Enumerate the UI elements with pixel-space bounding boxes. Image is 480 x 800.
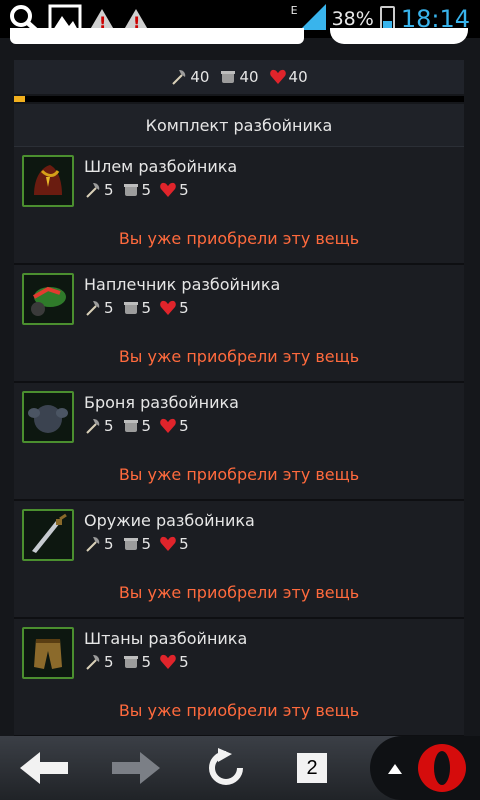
attack-value: 5 xyxy=(104,417,114,435)
armor-icon xyxy=(22,391,74,443)
heart-icon xyxy=(160,182,176,197)
axe-icon xyxy=(86,301,100,316)
panel-title: Комплект разбойника xyxy=(14,104,464,147)
shoulder-icon xyxy=(22,273,74,325)
health-value: 5 xyxy=(179,181,189,199)
defense-value: 5 xyxy=(141,535,152,553)
heart-icon xyxy=(269,69,286,84)
item-name: Штаны разбойника xyxy=(84,629,248,648)
reload-button[interactable] xyxy=(196,746,256,790)
item-name: Шлем разбойника xyxy=(84,157,238,176)
set-panel: Комплект разбойника Шлем разбойника 5 5 … xyxy=(14,104,464,737)
health-value: 5 xyxy=(179,299,189,317)
list-item[interactable]: Оружие разбойника 5 5 5 Вы уже приобрели… xyxy=(14,501,464,619)
progress-fill xyxy=(14,96,26,102)
tabs-count: 2 xyxy=(297,753,327,783)
item-name: Броня разбойника xyxy=(84,393,239,412)
battery-percent: 38% xyxy=(331,8,374,30)
heart-icon xyxy=(160,300,176,315)
purchase-status: Вы уже приобрели эту вещь xyxy=(118,347,360,366)
stats-summary: 40 40 40 xyxy=(14,60,464,94)
opera-logo-icon xyxy=(418,744,466,792)
back-arrow-icon xyxy=(20,752,68,784)
heart-icon xyxy=(160,536,176,551)
item-name: Оружие разбойника xyxy=(84,511,255,530)
defense-value: 5 xyxy=(141,181,152,199)
item-stats: 5 5 5 xyxy=(84,535,189,553)
item-stats: 5 5 5 xyxy=(84,181,189,199)
health-value: 5 xyxy=(179,653,189,671)
purchase-status: Вы уже приобрели эту вещь xyxy=(118,701,360,720)
attack-value: 5 xyxy=(104,653,114,671)
list-item[interactable]: Наплечник разбойника 5 5 5 Вы уже приобр… xyxy=(14,265,464,383)
purchase-status: Вы уже приобрели эту вещь xyxy=(118,229,360,248)
forward-arrow-icon xyxy=(112,752,160,784)
network-type-label: E xyxy=(290,4,298,17)
health-stat: 40 xyxy=(269,68,308,86)
item-stats: 5 5 5 xyxy=(84,299,189,317)
shield-icon xyxy=(123,420,138,432)
item-stats: 5 5 5 xyxy=(84,417,189,435)
axe-icon xyxy=(86,419,100,434)
item-stats: 5 5 5 xyxy=(84,653,189,671)
list-item[interactable]: Штаны разбойника 5 5 5 Вы уже приобрели … xyxy=(14,619,464,737)
attack-value: 5 xyxy=(104,535,114,553)
shield-icon xyxy=(123,184,138,196)
axe-icon xyxy=(86,537,100,552)
shield-icon xyxy=(123,302,138,314)
defense-value: 5 xyxy=(141,299,152,317)
defense-value: 5 xyxy=(141,653,152,671)
defense-stat: 40 xyxy=(219,68,259,86)
opera-menu-button[interactable] xyxy=(370,736,480,800)
sword-icon xyxy=(22,509,74,561)
page-top xyxy=(0,28,480,60)
purchase-status: Вы уже приобрели эту вещь xyxy=(118,583,360,602)
attack-stat: 40 xyxy=(170,68,209,86)
heart-icon xyxy=(160,654,176,669)
address-bar[interactable] xyxy=(10,28,304,44)
health-value: 5 xyxy=(179,417,189,435)
axe-icon xyxy=(172,70,186,85)
axe-icon xyxy=(86,183,100,198)
defense-value: 40 xyxy=(239,68,259,86)
shield-icon xyxy=(221,71,236,83)
browser-bottom-nav: 2 xyxy=(0,736,480,800)
helmet-icon xyxy=(22,155,74,207)
axe-icon xyxy=(86,655,100,670)
forward-button[interactable] xyxy=(106,746,166,790)
shield-icon xyxy=(123,656,138,668)
defense-value: 5 xyxy=(141,417,152,435)
attack-value: 40 xyxy=(190,68,210,86)
reload-icon xyxy=(209,748,243,785)
top-button[interactable] xyxy=(330,28,468,44)
shield-icon xyxy=(123,538,138,550)
list-item[interactable]: Броня разбойника 5 5 5 Вы уже приобрели … xyxy=(14,383,464,501)
up-arrow-icon xyxy=(388,764,402,774)
purchase-status: Вы уже приобрели эту вещь xyxy=(118,465,360,484)
health-value: 5 xyxy=(179,535,189,553)
tabs-button[interactable]: 2 xyxy=(282,746,342,790)
heart-icon xyxy=(160,418,176,433)
pants-icon xyxy=(22,627,74,679)
list-item[interactable]: Шлем разбойника 5 5 5 Вы уже приобрели э… xyxy=(14,147,464,265)
attack-value: 5 xyxy=(104,181,114,199)
progress-bar xyxy=(14,96,464,102)
back-button[interactable] xyxy=(14,746,74,790)
health-value: 40 xyxy=(288,68,308,86)
attack-value: 5 xyxy=(104,299,114,317)
item-name: Наплечник разбойника xyxy=(84,275,281,294)
